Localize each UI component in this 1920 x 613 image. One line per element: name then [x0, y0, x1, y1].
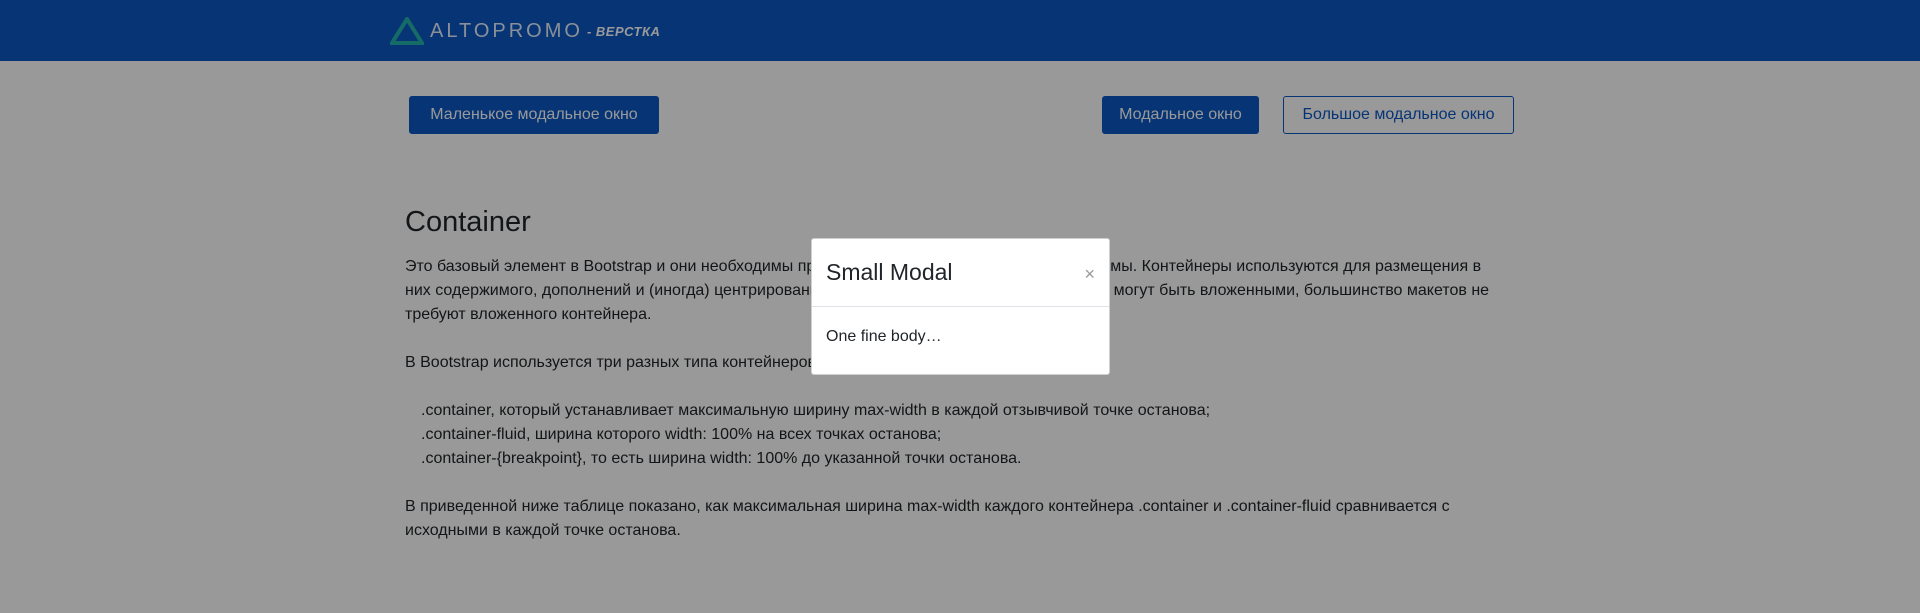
modal-title: Small Modal [826, 259, 953, 285]
close-icon[interactable]: × [1084, 265, 1095, 283]
small-modal-dialog: Small Modal × One fine body… [811, 238, 1110, 375]
modal-body: One fine body… [826, 328, 942, 345]
modal-header: Small Modal × [812, 239, 1109, 307]
